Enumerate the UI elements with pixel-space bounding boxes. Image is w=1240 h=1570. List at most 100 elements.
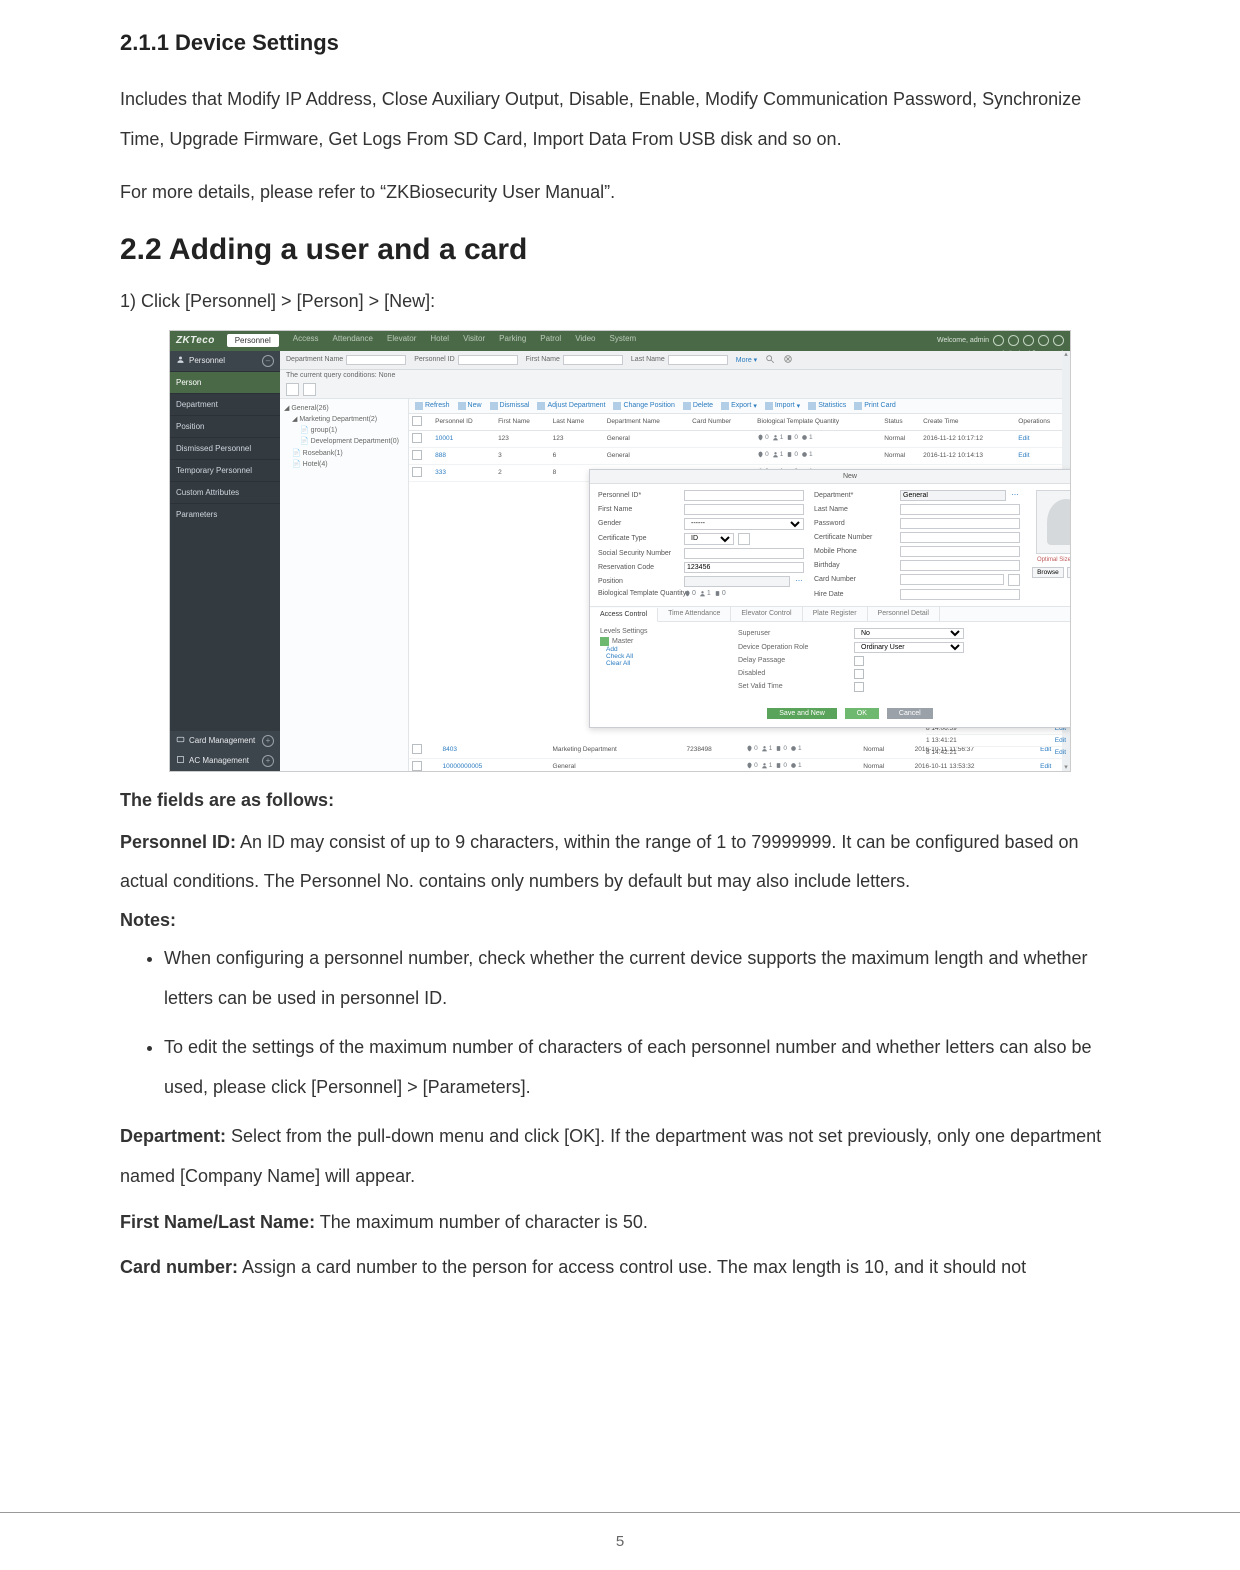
tab-personnel[interactable]: Personnel [227,334,279,347]
input-ssn[interactable] [684,548,804,559]
filter-dept-input[interactable] [346,355,406,365]
toolbar-print-card[interactable]: Print Card [854,402,896,410]
input-personnel-id[interactable] [684,490,804,501]
modal-tab-attendance[interactable]: Time Attendance [658,607,731,621]
sidebar-item-position[interactable]: Position [170,415,280,437]
sidebar-item-parameters[interactable]: Parameters [170,503,280,525]
row-checkbox[interactable] [412,744,422,754]
clear-icon[interactable] [783,354,793,366]
toolbar-new[interactable]: New [458,402,482,410]
tab-system[interactable]: System [610,334,637,347]
checkbox-delay-passage[interactable] [854,656,864,666]
sidebar-section-personnel[interactable]: Personnel – [170,351,280,371]
sidebar-item-custom-attributes[interactable]: Custom Attributes [170,481,280,503]
sidebar-ac-expand-icon[interactable]: + [262,755,274,767]
input-hire-date[interactable] [900,589,1020,600]
tree-item[interactable]: ◢ Marketing Department(2) [284,414,404,425]
toolbar-delete[interactable]: Delete [683,402,713,410]
sidebar-card-expand-icon[interactable]: + [262,735,274,747]
row-checkbox[interactable] [412,761,422,771]
sidebar-section-card[interactable]: Card Management + [170,731,280,751]
scroll-down-icon[interactable]: ▾ [1064,764,1068,771]
layout-icon-2[interactable] [303,383,316,396]
topbar-icon-5[interactable] [1053,335,1064,346]
input-position[interactable] [684,576,790,587]
sidebar-item-temporary[interactable]: Temporary Personnel [170,459,280,481]
tree-root[interactable]: ◢ General(26) [284,403,404,414]
levels-check-all[interactable]: Check All [606,653,720,660]
input-cert-number[interactable] [900,532,1020,543]
input-card-number[interactable] [900,574,1004,585]
modal-tab-detail[interactable]: Personnel Detail [868,607,940,621]
input-mobile[interactable] [900,546,1020,557]
toolbar-adjust-dept[interactable]: Adjust Department [537,402,605,410]
tree-item[interactable]: 📄 Development Department(0) [284,436,404,447]
ok-button[interactable]: OK [845,708,879,719]
checkbox-set-valid-time[interactable] [854,682,864,692]
position-picker-icon[interactable]: ⋯ [794,577,804,585]
select-superuser[interactable]: No [854,628,964,639]
tab-access[interactable]: Access [293,334,319,347]
input-department[interactable] [900,490,1006,501]
modal-tab-elevator[interactable]: Elevator Control [731,607,802,621]
toolbar-import[interactable]: Import ▾ [765,402,800,410]
row-edit[interactable]: Edit [1055,737,1066,744]
row-checkbox[interactable] [412,450,422,460]
tree-item[interactable]: 📄 group(1) [284,425,404,436]
browse-button[interactable]: Browse [1032,567,1064,578]
topbar-icon-3[interactable] [1023,335,1034,346]
sidebar-section-ac[interactable]: AC Management + [170,751,280,771]
input-birthday[interactable] [900,560,1020,571]
filter-pid-input[interactable] [458,355,518,365]
toolbar-change-position[interactable]: Change Position [613,402,674,410]
topbar-icon-4[interactable] [1038,335,1049,346]
layout-icon-1[interactable] [286,383,299,396]
tab-attendance[interactable]: Attendance [333,334,373,347]
levels-clear-all[interactable]: Clear All [606,660,720,667]
input-first-name[interactable] [684,504,804,515]
tab-visitor[interactable]: Visitor [463,334,485,347]
modal-tab-plate[interactable]: Plate Register [803,607,868,621]
tab-video[interactable]: Video [575,334,595,347]
modal-tab-access[interactable]: Access Control [590,608,658,622]
select-cert-type[interactable]: ID [684,533,734,545]
tree-item[interactable]: 📄 Hotel(4) [284,459,404,470]
cert-extra-icon[interactable] [738,533,750,545]
sidebar-item-department[interactable]: Department [170,393,280,415]
tab-hotel[interactable]: Hotel [430,334,449,347]
table-row[interactable]: 10000000005General0101Normal2016-10-11 1… [409,758,1070,771]
save-and-new-button[interactable]: Save and New [767,708,837,719]
toolbar-statistics[interactable]: Statistics [808,402,846,410]
filter-more[interactable]: More ▾ [736,356,757,364]
select-all-checkbox[interactable] [412,416,422,426]
row-edit[interactable]: Edit [1055,749,1066,756]
filter-last-input[interactable] [668,355,728,365]
tab-patrol[interactable]: Patrol [540,334,561,347]
search-icon[interactable] [765,354,775,366]
row-checkbox[interactable] [412,467,422,477]
toolbar-export[interactable]: Export ▾ [721,402,757,410]
cancel-button[interactable]: Cancel [887,708,933,719]
sidebar-item-dismissed[interactable]: Dismissed Personnel [170,437,280,459]
input-reservation[interactable] [684,562,804,573]
tab-parking[interactable]: Parking [499,334,526,347]
levels-add[interactable]: Add [606,646,720,653]
toolbar-refresh[interactable]: Refresh [415,402,450,410]
topbar-icon-1[interactable] [993,335,1004,346]
scroll-up-icon[interactable]: ▴ [1064,351,1068,358]
toolbar-dismissal[interactable]: Dismissal [490,402,530,410]
sidebar-collapse-icon[interactable]: – [262,355,274,367]
tab-elevator[interactable]: Elevator [387,334,416,347]
input-password[interactable] [900,518,1020,529]
select-device-role[interactable]: Ordinary User [854,642,964,653]
capture-button[interactable]: Capture [1067,567,1070,578]
input-last-name[interactable] [900,504,1020,515]
department-picker-icon[interactable]: ⋯ [1010,491,1020,499]
row-checkbox[interactable] [412,433,422,443]
checkbox-disabled[interactable] [854,669,864,679]
filter-first-input[interactable] [563,355,623,365]
table-row[interactable]: 10001123123General0101Normal2016-11-12 1… [409,430,1070,447]
select-gender[interactable]: ------ [684,518,804,530]
sidebar-item-person[interactable]: Person [170,371,280,393]
level-master-checkbox[interactable] [600,637,609,646]
